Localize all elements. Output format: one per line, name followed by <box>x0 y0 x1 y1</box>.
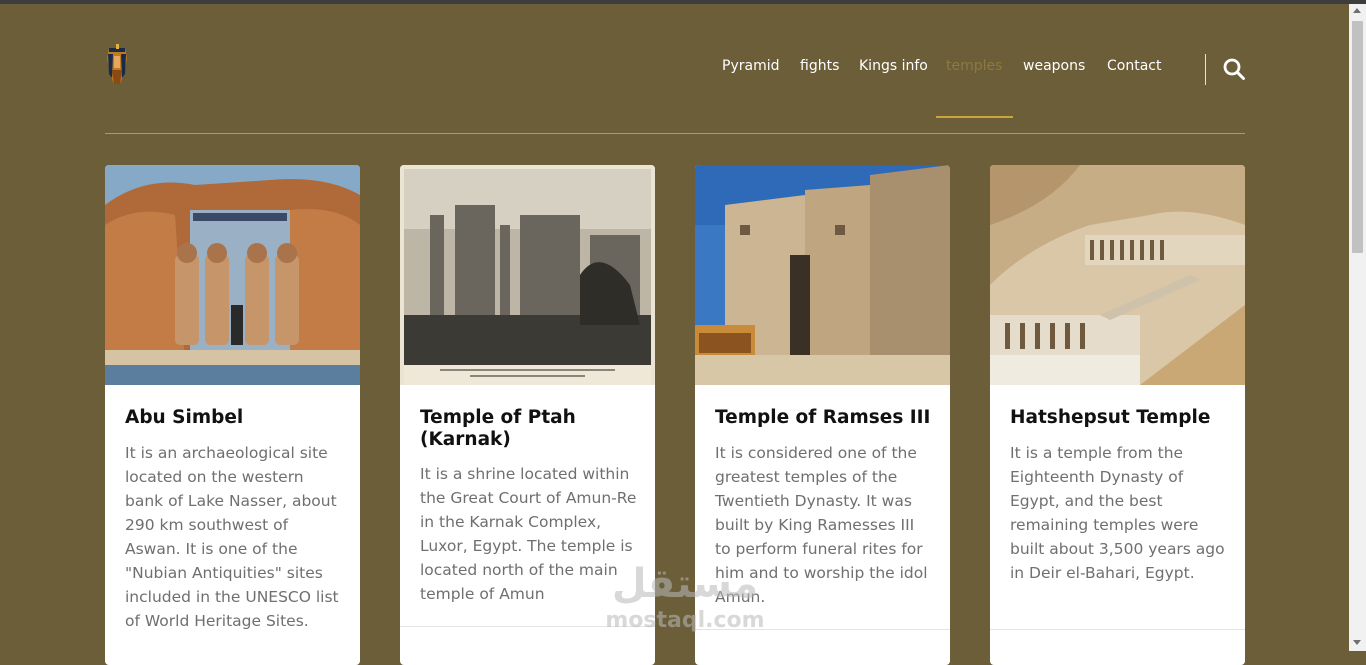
pharaoh-logo-icon[interactable] <box>104 44 130 88</box>
browser-top-strip <box>0 0 1366 4</box>
scrollbar-thumb[interactable] <box>1352 21 1363 253</box>
temple-of-ramses-iii-image <box>695 165 950 385</box>
search-icon[interactable] <box>1222 57 1246 81</box>
watermark-arabic-text: مستقل <box>611 561 759 607</box>
abu-simbel-image <box>105 165 360 385</box>
temple-card-abu-simbel[interactable]: Abu Simbel It is an archaeological site … <box>105 165 360 665</box>
watermark-latin-text: mostaql.com <box>605 608 765 633</box>
card-title: Abu Simbel <box>125 407 244 428</box>
nav-item-temples[interactable]: temples <box>946 58 1002 74</box>
nav-item-pyramid[interactable]: Pyramid <box>722 58 779 74</box>
active-nav-underline <box>936 116 1013 118</box>
scroll-up-arrow-icon[interactable] <box>1353 8 1361 13</box>
mostaql-watermark: مستقل mostaql.com <box>600 560 770 640</box>
card-footer-divider <box>990 629 1245 630</box>
card-title: Hatshepsut Temple <box>1010 407 1211 428</box>
card-description: It is an archaeological site located on … <box>125 444 339 630</box>
card-description: It is a temple from the Eighteenth Dynas… <box>1010 444 1225 582</box>
card-title: Temple of Ramses III <box>715 407 931 428</box>
temple-of-ptah-image <box>400 165 655 385</box>
hatshepsut-temple-image <box>990 165 1245 385</box>
nav-item-kings-info[interactable]: Kings info <box>859 58 928 74</box>
card-title: Temple of Ptah (Karnak) <box>420 407 576 450</box>
scroll-down-arrow-icon[interactable] <box>1353 640 1361 645</box>
temple-card-hatshepsut[interactable]: Hatshepsut Temple It is a temple from th… <box>990 165 1245 665</box>
nav-item-contact[interactable]: Contact <box>1107 58 1161 74</box>
nav-item-fights[interactable]: fights <box>800 58 839 74</box>
nav-divider <box>1205 54 1206 85</box>
vertical-scrollbar[interactable] <box>1349 4 1366 651</box>
header-divider <box>105 133 1245 134</box>
nav-item-weapons[interactable]: weapons <box>1023 58 1085 74</box>
